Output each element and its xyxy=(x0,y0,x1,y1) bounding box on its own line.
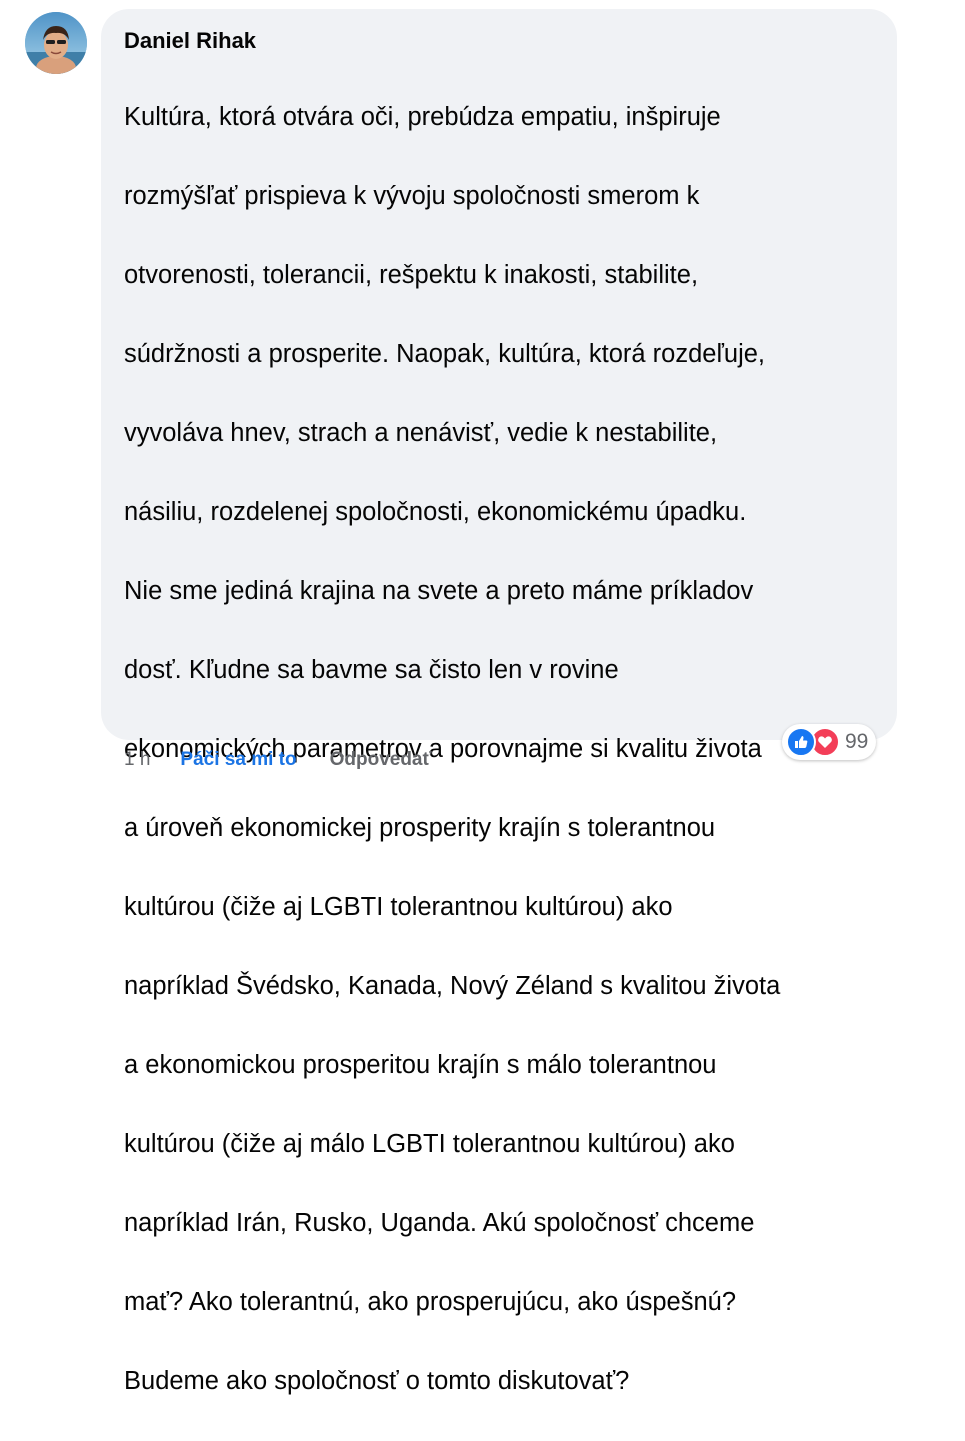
comment-text-line: a ekonomickou prosperitou krajín s málo … xyxy=(124,1050,717,1079)
comment-text-line: súdržnosti a prosperite. Naopak, kultúra… xyxy=(124,339,766,368)
reply-button[interactable]: Odpovedať xyxy=(330,744,432,776)
avatar[interactable] xyxy=(25,12,87,74)
comment-text-line: napríklad Irán, Rusko, Uganda. Akú spolo… xyxy=(124,1208,755,1237)
comment-text-line: vyvoláva hnev, strach a nenávisť, vedie … xyxy=(124,418,718,447)
comment-text-line: napríklad Švédsko, Kanada, Nový Zéland s… xyxy=(124,971,781,1000)
comment-text-line: kultúrou (čiže aj LGBTI tolerantnou kult… xyxy=(124,892,673,921)
comment-bubble: Daniel Rihak Kultúra, ktorá otvára oči, … xyxy=(101,9,897,1395)
comment-text-line: rozmýšľať prispieva k vývoju spoločnosti… xyxy=(124,181,700,210)
reactions-summary[interactable]: 99 xyxy=(782,724,877,760)
comment-text-line: dosť. Kľudne sa bavme sa čisto len v rov… xyxy=(124,655,619,684)
like-button[interactable]: Páči sa mi to xyxy=(180,744,296,776)
comment-text-line: Kultúra, ktorá otvára oči, prebúdza empa… xyxy=(124,102,721,131)
reaction-count: 99 xyxy=(845,730,869,753)
comment-actions: 1 h Páči sa mi to Odpovedať xyxy=(124,744,432,776)
like-icon xyxy=(786,727,816,757)
comment-text-line: Budeme ako spoločnosť o tomto diskutovať… xyxy=(124,1366,630,1395)
comment-text-line: násiliu, rozdelenej spoločnosti, ekonomi… xyxy=(124,497,747,526)
comment-text-line: a úroveň ekonomickej prosperity krajín s… xyxy=(124,813,716,842)
comment-text-line: kultúrou (čiže aj málo LGBTI tolerantnou… xyxy=(124,1129,735,1158)
comment-timestamp[interactable]: 1 h xyxy=(124,744,150,776)
comment-text-line: otvorenosti, tolerancii, rešpektu k inak… xyxy=(124,260,699,289)
comment-text-line: Nie sme jediná krajina na svete a preto … xyxy=(124,576,754,605)
comment-author[interactable]: Daniel Rihak xyxy=(124,26,877,58)
comment-text-line: mať? Ako tolerantnú, ako prosperujúcu, a… xyxy=(124,1287,737,1316)
